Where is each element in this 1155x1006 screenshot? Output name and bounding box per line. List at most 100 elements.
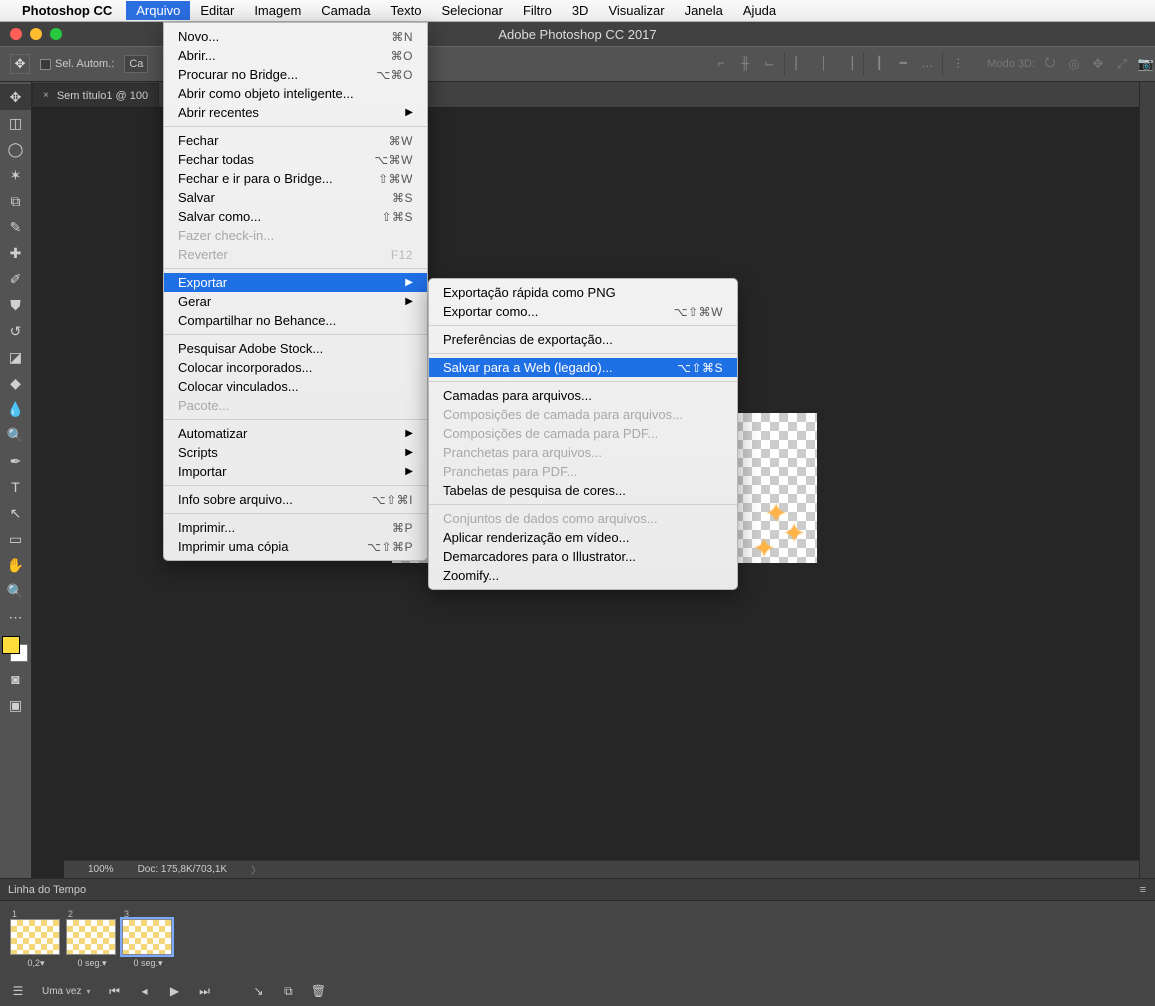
- document-tab[interactable]: × Sem título1 @ 100: [32, 83, 159, 107]
- history-brush-tool[interactable]: ↺: [0, 318, 31, 344]
- arquivo-item[interactable]: Salvar como...⇧⌘S: [164, 207, 427, 226]
- arquivo-item[interactable]: Compartilhar no Behance...: [164, 311, 427, 330]
- color-swatch[interactable]: [0, 636, 31, 666]
- arquivo-item[interactable]: Automatizar▶: [164, 424, 427, 443]
- pan-icon[interactable]: ✥: [1089, 55, 1107, 73]
- menu-arquivo[interactable]: Novo...⌘NAbrir...⌘OProcurar no Bridge...…: [163, 22, 428, 561]
- orbit-icon[interactable]: ⭮: [1041, 55, 1059, 73]
- frame-duration[interactable]: 0 seg.▾: [122, 958, 174, 969]
- arquivo-item[interactable]: Abrir...⌘O: [164, 46, 427, 65]
- doc-info[interactable]: Doc: 175,8K/703,1K: [138, 864, 228, 875]
- eyedropper-tool[interactable]: ✎: [0, 214, 31, 240]
- tween-button[interactable]: ↘: [248, 982, 268, 1000]
- frame-thumbnail[interactable]: [122, 919, 172, 955]
- zoom3d-icon[interactable]: 📷: [1137, 55, 1155, 73]
- zoom-level[interactable]: 100%: [88, 864, 114, 875]
- timeline-header[interactable]: Linha do Tempo ≡: [0, 879, 1155, 901]
- exportar-item[interactable]: Demarcadores para o Illustrator...: [429, 547, 737, 566]
- timeline-frame[interactable]: 30 seg.▾: [122, 909, 174, 969]
- path-select-tool[interactable]: ↖: [0, 500, 31, 526]
- marquee-tool[interactable]: ◫: [0, 110, 31, 136]
- status-caret-icon[interactable]: 〉: [251, 862, 261, 877]
- quick-mask-icon[interactable]: ◙: [0, 666, 31, 692]
- arquivo-item[interactable]: Novo...⌘N: [164, 27, 427, 46]
- type-tool[interactable]: T: [0, 474, 31, 500]
- distribute-3-icon[interactable]: …: [916, 52, 938, 74]
- arquivo-item[interactable]: Scripts▶: [164, 443, 427, 462]
- first-frame-button[interactable]: ⏮: [104, 982, 124, 1000]
- menubar-item-selecionar[interactable]: Selecionar: [432, 1, 513, 20]
- align-right-icon[interactable]: ▕: [837, 52, 859, 74]
- hand-tool[interactable]: ✋: [0, 552, 31, 578]
- dodge-tool[interactable]: 🔍: [0, 422, 31, 448]
- timeline-frame[interactable]: 20 seg.▾: [66, 909, 118, 969]
- bucket-tool[interactable]: ◆: [0, 370, 31, 396]
- arquivo-item[interactable]: Fechar e ir para o Bridge...⇧⌘W: [164, 169, 427, 188]
- close-tab-icon[interactable]: ×: [43, 90, 49, 101]
- foreground-color-swatch[interactable]: [2, 636, 20, 654]
- app-name[interactable]: Photoshop CC: [22, 3, 112, 18]
- arquivo-item[interactable]: Imprimir...⌘P: [164, 518, 427, 537]
- next-frame-button[interactable]: ⏭: [194, 982, 214, 1000]
- stamp-tool[interactable]: ⛊: [0, 292, 31, 318]
- menubar-item-arquivo[interactable]: Arquivo: [126, 1, 190, 20]
- distribute-v-icon[interactable]: ━: [892, 52, 914, 74]
- eraser-tool[interactable]: ◪: [0, 344, 31, 370]
- wand-tool[interactable]: ✶: [0, 162, 31, 188]
- menubar-item-janela[interactable]: Janela: [675, 1, 733, 20]
- align-bottom-icon[interactable]: ⌙: [758, 52, 780, 74]
- exportar-item[interactable]: Tabelas de pesquisa de cores...: [429, 481, 737, 500]
- arquivo-item[interactable]: Salvar⌘S: [164, 188, 427, 207]
- distribute-h-icon[interactable]: ┃: [868, 52, 890, 74]
- arquivo-item[interactable]: Imprimir uma cópia⌥⇧⌘P: [164, 537, 427, 556]
- timeline-frame[interactable]: 10,2▾: [10, 909, 62, 969]
- arquivo-item[interactable]: Colocar vinculados...: [164, 377, 427, 396]
- exportar-item[interactable]: Preferências de exportação...: [429, 330, 737, 349]
- align-vcenter-icon[interactable]: ╫: [734, 52, 756, 74]
- auto-select-checkbox[interactable]: Sel. Autom.:: [40, 58, 114, 70]
- arquivo-item[interactable]: Gerar▶: [164, 292, 427, 311]
- align-left-icon[interactable]: ▏: [789, 52, 811, 74]
- prev-frame-button[interactable]: ◂: [134, 982, 154, 1000]
- align-hcenter-icon[interactable]: │: [813, 52, 835, 74]
- arquivo-item[interactable]: Importar▶: [164, 462, 427, 481]
- exportar-item[interactable]: Exportação rápida como PNG: [429, 283, 737, 302]
- frame-duration[interactable]: 0,2▾: [10, 958, 62, 969]
- arquivo-item[interactable]: Abrir como objeto inteligente...: [164, 84, 427, 103]
- delete-frame-button[interactable]: 🗑: [308, 982, 328, 1000]
- lasso-tool[interactable]: ◯: [0, 136, 31, 162]
- exportar-item[interactable]: Camadas para arquivos...: [429, 386, 737, 405]
- exportar-item[interactable]: Exportar como...⌥⇧⌘W: [429, 302, 737, 321]
- menubar-item-ajuda[interactable]: Ajuda: [733, 1, 786, 20]
- menubar-item-texto[interactable]: Texto: [380, 1, 431, 20]
- shape-tool[interactable]: ▭: [0, 526, 31, 552]
- crop-tool[interactable]: ⧉: [0, 188, 31, 214]
- arquivo-item[interactable]: Pesquisar Adobe Stock...: [164, 339, 427, 358]
- play-button[interactable]: ▶: [164, 982, 184, 1000]
- panel-menu-icon[interactable]: ≡: [1140, 884, 1147, 896]
- screen-mode-icon[interactable]: ▣: [0, 692, 31, 718]
- macos-menubar[interactable]: Photoshop CC ArquivoEditarImagemCamadaTe…: [0, 0, 1155, 22]
- slide-icon[interactable]: ⤢: [1113, 55, 1131, 73]
- timeline-convert-icon[interactable]: ☰: [8, 982, 28, 1000]
- loop-dropdown[interactable]: Uma vez: [38, 983, 94, 999]
- move-tool[interactable]: ✥: [0, 84, 31, 110]
- menubar-item-imagem[interactable]: Imagem: [244, 1, 311, 20]
- more-align-icon[interactable]: ⋮: [947, 52, 969, 74]
- menubar-item-3d[interactable]: 3D: [562, 1, 599, 20]
- roll-icon[interactable]: ◎: [1065, 55, 1083, 73]
- menu-exportar[interactable]: Exportação rápida como PNGExportar como.…: [428, 278, 738, 590]
- arquivo-item[interactable]: Procurar no Bridge...⌥⌘O: [164, 65, 427, 84]
- auto-select-dropdown[interactable]: Ca: [124, 55, 148, 73]
- arquivo-item[interactable]: Info sobre arquivo...⌥⇧⌘I: [164, 490, 427, 509]
- right-panel-strip[interactable]: [1139, 82, 1155, 878]
- arquivo-item[interactable]: Colocar incorporados...: [164, 358, 427, 377]
- menubar-item-visualizar[interactable]: Visualizar: [598, 1, 674, 20]
- move-tool-icon[interactable]: ✥: [10, 54, 30, 74]
- pen-tool[interactable]: ✒: [0, 448, 31, 474]
- edit-toolbar-icon[interactable]: ⋯: [0, 604, 31, 630]
- arquivo-item[interactable]: Fechar todas⌥⌘W: [164, 150, 427, 169]
- brush-tool[interactable]: ✐: [0, 266, 31, 292]
- menubar-item-camada[interactable]: Camada: [311, 1, 380, 20]
- frame-thumbnail[interactable]: [66, 919, 116, 955]
